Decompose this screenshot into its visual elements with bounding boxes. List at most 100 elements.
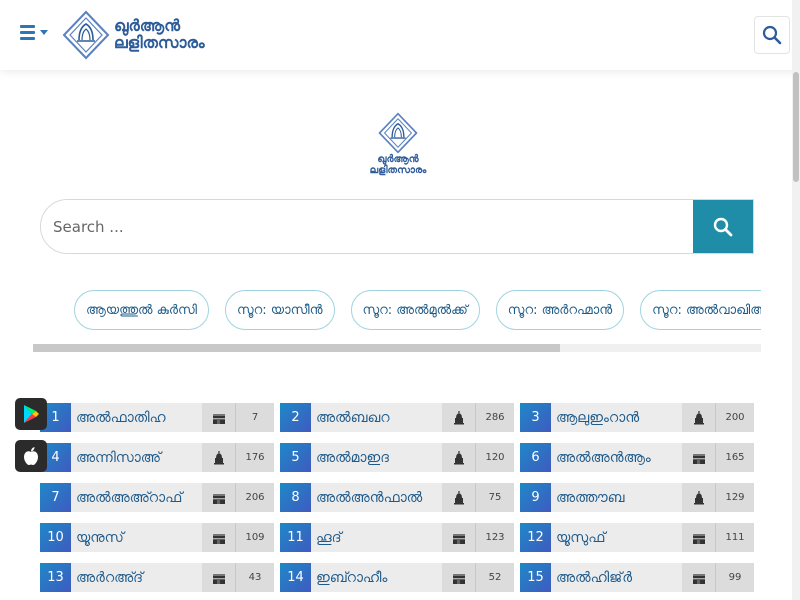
surah-meta: 43 [202,563,274,592]
surah-item[interactable]: 4 അന്നിസാഅ് 176 [40,443,274,472]
search-form [40,199,754,254]
surah-number: 8 [280,483,311,512]
surah-name: അൽബഖറ [316,409,390,426]
surah-item[interactable]: 6 അൽഅൻആം 165 [520,443,754,472]
quick-links-scroller[interactable]: ആയത്തുൽ കുർസി സൂറ: യാസീൻ സൂറ: അൽമുൽക്ക് … [34,290,761,340]
surah-item[interactable]: 12 യൂസുഫ് 111 [520,523,754,552]
kaaba-icon [442,563,476,592]
surah-number: 11 [280,523,311,552]
logo-text-line2: ലളിതസാരം [114,33,205,52]
kaaba-icon [202,483,236,512]
quick-link-chip[interactable]: ആയത്തുൽ കുർസി [74,290,209,330]
quick-link-chip[interactable]: സൂറ: യാസീൻ [224,290,335,330]
quick-link-chip[interactable]: സൂറ: അർറഹ്മാൻ [495,290,625,330]
menu-button[interactable] [20,25,48,40]
surah-name: അത്തൗബ [556,489,625,506]
surah-item[interactable]: 1 അൽഫാതിഹ 7 [40,403,274,432]
surah-name: അൽഹിജ്ർ [556,569,633,586]
kaaba-icon [202,523,236,552]
hero-logo-emblem-icon [378,112,418,154]
app-store-button[interactable] [15,440,47,472]
hero-logo: ഖുർആൻ ലളിതസാരം [360,112,436,176]
surah-name: അൽഅൻഫാൽ [316,489,423,506]
surah-meta: 200 [682,403,754,432]
kaaba-icon [682,563,716,592]
surah-meta: 206 [202,483,274,512]
surah-number: 3 [520,403,551,432]
surah-meta: 111 [682,523,754,552]
surah-meta: 123 [442,523,514,552]
ayat-count: 165 [725,452,745,463]
search-icon [762,25,782,45]
logo-emblem-icon [62,10,110,60]
mosque-icon [682,403,716,432]
surah-item[interactable]: 11 ഹൂദ് 123 [280,523,514,552]
surah-name: അൽഫാതിഹ [76,409,166,426]
surah-meta: 7 [202,403,274,432]
surah-item[interactable]: 14 ഇബ്റാഹീം 52 [280,563,514,592]
surah-item[interactable]: 5 അൽമാഇദ 120 [280,443,514,472]
surah-item[interactable]: 9 അത്തൗബ 129 [520,483,754,512]
surah-name: അൽഅഅ്റാഫ് [76,489,183,506]
surah-meta: 129 [682,483,754,512]
surah-name: ആലുഇംറാൻ [556,409,640,426]
surah-name: അൽഅൻആം [556,449,651,466]
mosque-icon [442,403,476,432]
google-play-icon [24,405,39,423]
ayat-count: 99 [728,572,742,583]
surah-item[interactable]: 15 അൽഹിജ്ർ 99 [520,563,754,592]
surah-name: യൂസുഫ് [556,529,606,546]
surah-item[interactable]: 13 അർറഅ്ദ് 43 [40,563,274,592]
surah-item[interactable]: 2 അൽബഖറ 286 [280,403,514,432]
caret-down-icon [40,30,48,35]
kaaba-icon [202,403,236,432]
kaaba-icon [682,523,716,552]
header-search-button[interactable] [754,16,790,54]
search-input[interactable] [41,200,693,253]
ayat-count: 176 [245,452,265,463]
ayat-count: 111 [725,532,745,543]
surah-item[interactable]: 8 അൽഅൻഫാൽ 75 [280,483,514,512]
mosque-icon [442,483,476,512]
surah-item[interactable]: 3 ആലുഇംറാൻ 200 [520,403,754,432]
surah-meta: 52 [442,563,514,592]
surah-name: യൂനുസ് [76,529,124,546]
surah-meta: 286 [442,403,514,432]
quick-link-chip[interactable]: സൂറ: അൽവാഖിഅ [640,290,761,330]
surah-item[interactable]: 7 അൽഅഅ്റാഫ് 206 [40,483,274,512]
quick-link-chip[interactable]: സൂറ: അൽമുൽക്ക് [350,290,480,330]
surah-name: ഹൂദ് [316,529,342,546]
quick-links-scrollbar[interactable] [33,344,761,352]
surah-number: 9 [520,483,551,512]
hero-logo-line1: ഖുർആൻ [377,154,419,165]
surah-number: 15 [520,563,551,592]
hamburger-icon [20,25,35,40]
mosque-icon [682,483,716,512]
ayat-count: 7 [251,412,259,423]
ayat-count: 286 [485,412,505,423]
ayat-count: 200 [725,412,745,423]
site-logo[interactable]: ഖുർആൻ ലളിതസാരം [62,10,205,60]
page-scrollbar-thumb[interactable] [793,72,799,182]
surah-number: 13 [40,563,71,592]
surah-item[interactable]: 10 യൂനുസ് 109 [40,523,274,552]
surah-meta: 165 [682,443,754,472]
surah-name: അൽമാഇദ [316,449,389,466]
surah-number: 10 [40,523,71,552]
app-store-badges [15,398,47,472]
surah-number: 12 [520,523,551,552]
google-play-button[interactable] [15,398,47,430]
search-submit-button[interactable] [693,200,753,253]
surah-name: അർറഅ്ദ് [76,569,144,586]
quick-links-scrollbar-thumb[interactable] [33,344,560,352]
mosque-icon [442,443,476,472]
ayat-count: 75 [488,492,502,503]
surah-name: ഇബ്റാഹീം [316,569,388,586]
ayat-count: 129 [725,492,745,503]
site-header: ഖുർആൻ ലളിതസാരം [0,0,800,70]
page-scrollbar[interactable] [792,0,800,600]
ayat-count: 43 [248,572,262,583]
surah-grid: 1 അൽഫാതിഹ 7 2 അൽബഖറ 286 3 ആലുഇംറാൻ 200 4 അന്നിസാഅ്… [40,403,756,592]
kaaba-icon [682,443,716,472]
surah-number: 2 [280,403,311,432]
